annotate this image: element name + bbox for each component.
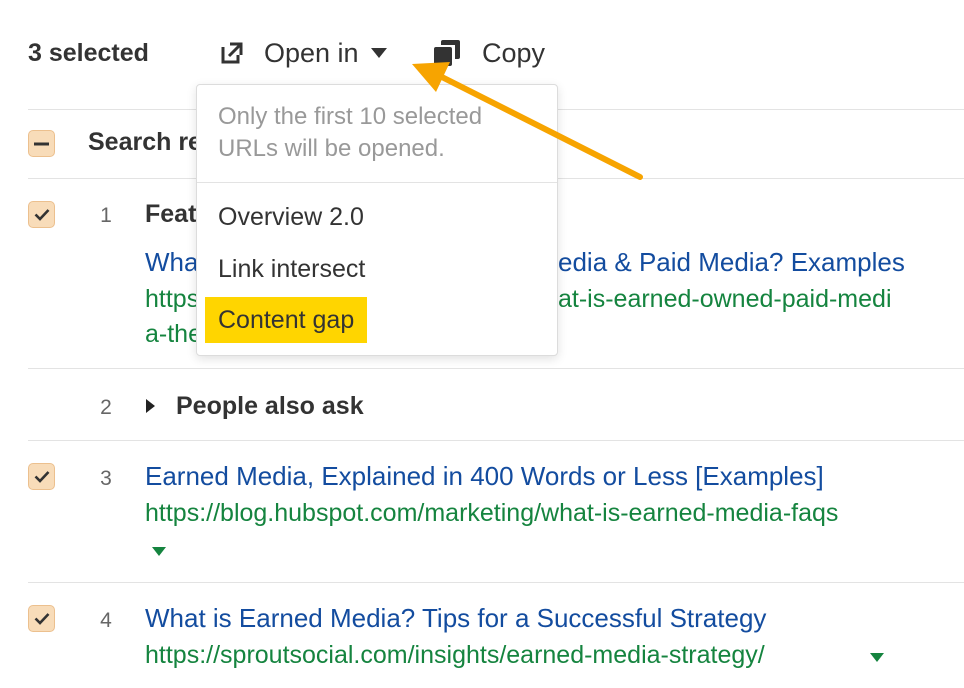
divider <box>28 440 964 441</box>
menu-item-link-intersect[interactable]: Link intersect <box>205 246 378 292</box>
menu-item-content-gap[interactable]: Content gap <box>205 297 368 343</box>
people-also-ask-label: People also ask <box>176 391 364 420</box>
divider <box>28 368 964 369</box>
caret-down-icon[interactable] <box>870 653 884 662</box>
copy-icon <box>434 40 460 66</box>
minus-icon <box>34 142 49 145</box>
open-in-label: Open in <box>264 37 359 68</box>
result-title-link[interactable]: Earned Media, Explained in 400 Words or … <box>145 461 824 492</box>
copy-label: Copy <box>482 37 546 68</box>
triangle-right-icon <box>146 399 155 413</box>
result-url-link[interactable]: https://blog.hubspot.com/marketing/what-… <box>145 499 838 528</box>
external-link-icon <box>221 42 243 64</box>
checkmark-icon <box>34 209 49 221</box>
column-header-search-results: Search re <box>88 128 202 156</box>
result-title-link[interactable]: edia & Paid Media? Examples <box>558 247 905 278</box>
row-number: 3 <box>100 467 112 490</box>
divider <box>28 582 964 583</box>
row-number: 1 <box>100 204 112 227</box>
dropdown-note: Only the first 10 selected URLs will be … <box>218 103 483 162</box>
result-url-link[interactable]: https://sproutsocial.com/insights/earned… <box>145 641 765 670</box>
people-also-ask-toggle[interactable]: People also ask <box>146 390 364 422</box>
open-in-button[interactable]: Open in <box>220 30 387 76</box>
caret-down-icon[interactable] <box>152 547 166 556</box>
menu-item-overview[interactable]: Overview 2.0 <box>205 194 377 240</box>
row-number: 2 <box>100 396 112 419</box>
row-checkbox-3[interactable] <box>28 463 55 490</box>
checkmark-icon <box>34 471 49 483</box>
result-url-link[interactable]: a-the <box>145 320 202 349</box>
open-in-dropdown: Only the first 10 selected URLs will be … <box>196 84 558 356</box>
select-all-checkbox[interactable] <box>28 130 55 157</box>
copy-button[interactable]: Copy <box>434 30 545 76</box>
result-url-link[interactable]: at-is-earned-owned-paid-medi <box>558 285 892 314</box>
caret-down-icon <box>370 48 387 58</box>
row-checkbox-1[interactable] <box>28 201 55 228</box>
row-checkbox-4[interactable] <box>28 605 55 632</box>
featured-snippet-label: Feat <box>145 200 197 228</box>
checkmark-icon <box>34 613 49 625</box>
toolbar-actions: Open in Copy <box>28 30 628 76</box>
dropdown-divider <box>197 182 557 183</box>
row-number: 4 <box>100 609 112 632</box>
result-title-link[interactable]: What is Earned Media? Tips for a Success… <box>145 603 766 634</box>
